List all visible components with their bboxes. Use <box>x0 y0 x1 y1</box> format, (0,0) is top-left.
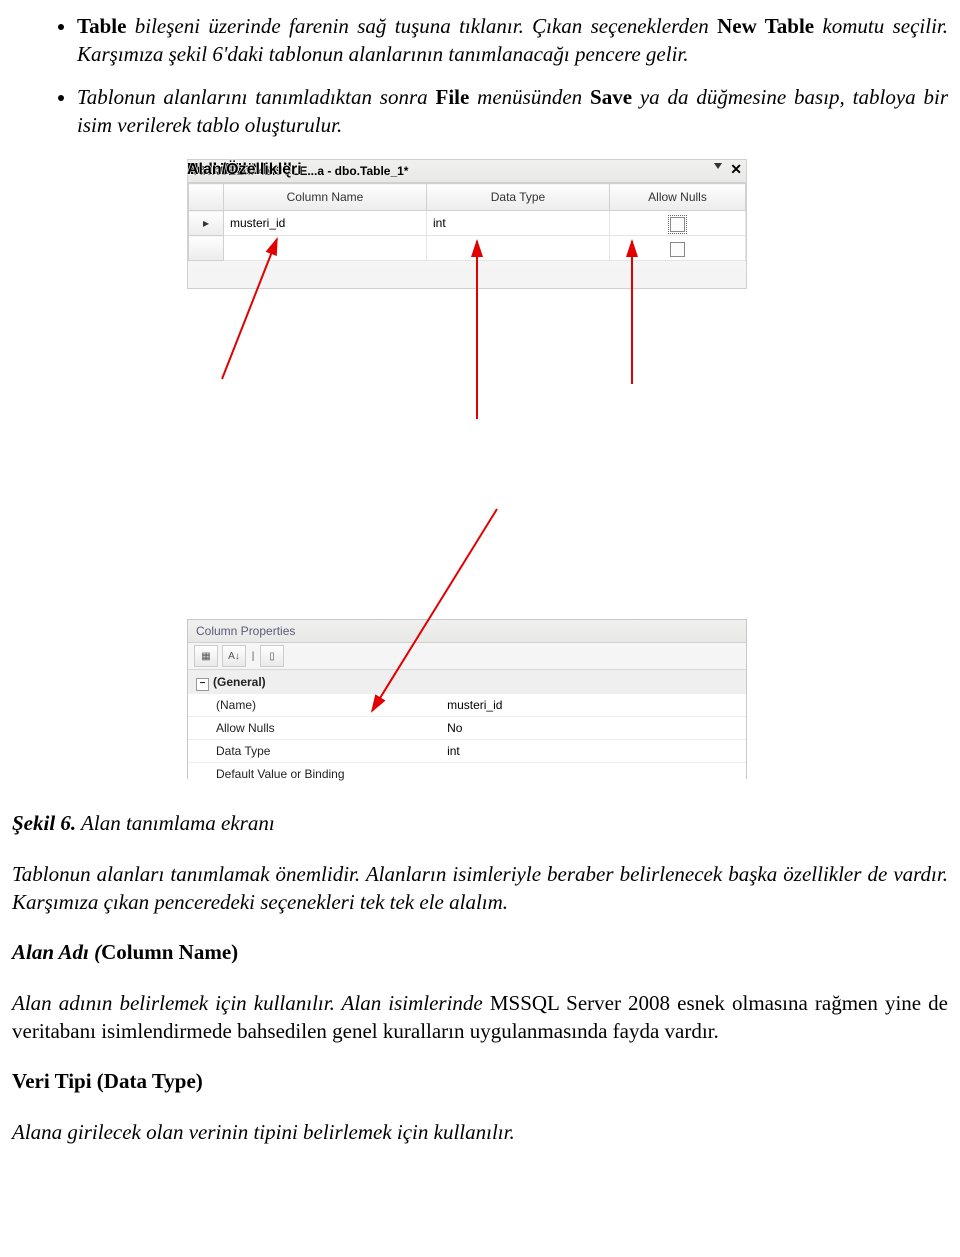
subheading: Alan Adı (Column Name) <box>12 938 948 966</box>
bullet-list: Table bileşeni üzerinde farenin sağ tuşu… <box>12 12 948 139</box>
figure-caption: Şekil 6. Alan tanımlama ekranı <box>12 809 948 837</box>
paragraph: Alana girilecek olan verinin tipini beli… <box>12 1118 948 1146</box>
bullet-text: Save <box>590 85 632 109</box>
caption-number: Şekil 6. <box>12 811 76 835</box>
figure: ANKUZEM-42\SQLE...a - dbo.Table_1* ✕ Col… <box>187 159 747 779</box>
annotation-arrows-icon <box>187 159 747 779</box>
bullet-item: Tablonun alanlarını tanımladıktan sonra … <box>77 83 948 140</box>
bullet-text: File <box>436 85 470 109</box>
bullet-text: menüsünden <box>469 85 590 109</box>
bullet-text: New Table <box>717 14 814 38</box>
bullet-item: Table bileşeni üzerinde farenin sağ tuşu… <box>77 12 948 69</box>
subhead-part: ) <box>231 940 238 964</box>
paragraph: Tablonun alanları tanımlamak önemlidir. … <box>12 860 948 917</box>
annotation-label: Alan Özellikleri <box>187 159 302 181</box>
paragraph: Alan adının belirlemek için kullanılır. … <box>12 989 948 1046</box>
bullet-text: Tablonun alanlarını tanımladıktan sonra <box>77 85 436 109</box>
bullet-text: Table <box>77 14 126 38</box>
subhead-part: Alan Adı ( <box>12 940 101 964</box>
subheading: Veri Tipi (Data Type) <box>12 1067 948 1095</box>
subhead-part: Column Name <box>101 940 231 964</box>
caption-text: Alan tanımlama ekranı <box>76 811 275 835</box>
bullet-text: bileşeni üzerinde farenin sağ tuşuna tık… <box>126 14 717 38</box>
paragraph-text: Alan adının belirlemek için kullanılır. … <box>12 991 490 1015</box>
